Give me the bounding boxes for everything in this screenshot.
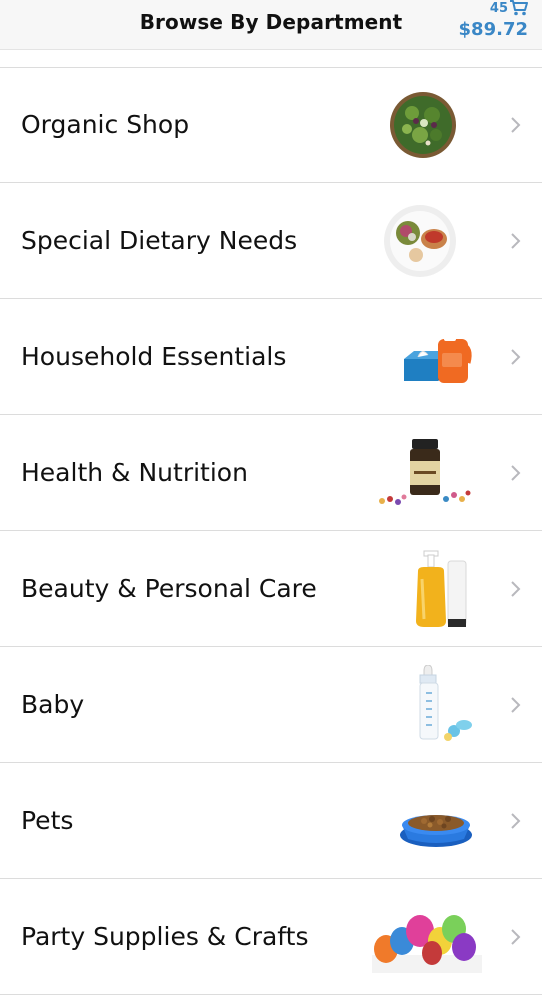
cart-count: 45 <box>489 1 508 16</box>
detergent-tissue-icon <box>404 331 472 383</box>
chevron-right-icon <box>511 581 521 597</box>
chevron-right-icon <box>511 349 521 365</box>
salad-bowl-icon <box>390 92 456 158</box>
balloons-icon <box>372 915 482 973</box>
department-row-party-supplies-crafts[interactable]: Party Supplies & Crafts <box>0 879 542 995</box>
soap-pump-icon <box>416 550 467 627</box>
department-row-organic-shop[interactable]: Organic Shop <box>0 67 542 183</box>
department-label: Household Essentials <box>21 342 287 371</box>
shopping-cart-icon <box>510 0 528 16</box>
chevron-right-icon <box>511 117 521 133</box>
department-label: Health & Nutrition <box>21 458 248 487</box>
department-list: Organic Shop Special Dietary Needs House… <box>0 67 542 995</box>
chevron-right-icon <box>511 929 521 945</box>
baby-bottle-icon <box>419 665 472 741</box>
department-row-health-nutrition[interactable]: Health & Nutrition <box>0 415 542 531</box>
department-row-pets[interactable]: Pets <box>0 763 542 879</box>
department-label: Special Dietary Needs <box>21 226 298 255</box>
pet-bowl-icon <box>400 815 472 847</box>
department-row-beauty-personal-care[interactable]: Beauty & Personal Care <box>0 531 542 647</box>
department-label: Organic Shop <box>21 110 190 139</box>
cart-total: $89.72 <box>458 19 528 40</box>
department-row-special-dietary-needs[interactable]: Special Dietary Needs <box>0 183 542 299</box>
department-label: Pets <box>21 806 74 835</box>
cart-button[interactable]: 45 $89.72 <box>448 0 528 46</box>
top-bar: Browse By Department 45 $89.72 <box>0 0 542 50</box>
department-row-household-essentials[interactable]: Household Essentials <box>0 299 542 415</box>
chevron-right-icon <box>511 697 521 713</box>
department-row-baby[interactable]: Baby <box>0 647 542 763</box>
vitamin-bottle-icon <box>379 439 471 505</box>
meal-plate-icon <box>384 205 456 277</box>
department-label: Baby <box>21 690 85 719</box>
department-label: Beauty & Personal Care <box>21 574 317 603</box>
chevron-right-icon <box>511 233 521 249</box>
chevron-right-icon <box>511 465 521 481</box>
chevron-right-icon <box>511 813 521 829</box>
department-label: Party Supplies & Crafts <box>21 922 309 951</box>
